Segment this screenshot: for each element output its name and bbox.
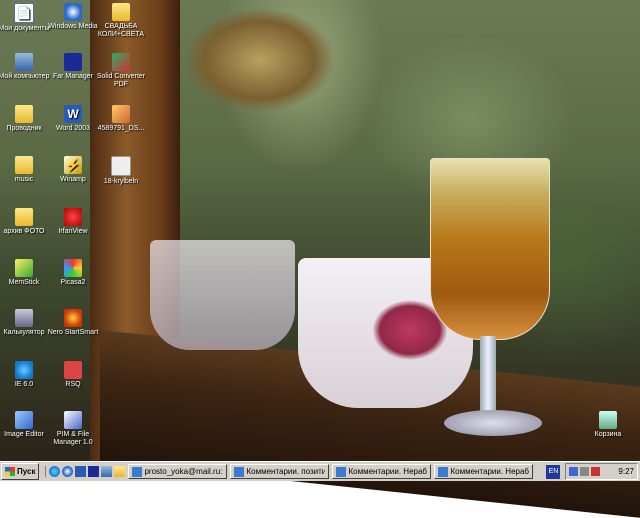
- desktop-icon-label: Nero StartSmart: [47, 329, 99, 336]
- desktop-icon-label: Калькулятор: [3, 329, 45, 336]
- wallpaper-glass-stem: [480, 336, 496, 416]
- my-documents-icon: 📄: [14, 3, 34, 23]
- desktop-icon-label: 4589791_DS...: [97, 125, 145, 132]
- desktop-icon-label: RSQ: [65, 381, 81, 388]
- desktop-icon-label: Solid Converter PDF: [96, 73, 146, 88]
- desktop-icon-label: Winamp: [60, 176, 86, 183]
- clock[interactable]: 9:27: [618, 467, 634, 476]
- desktop-icon-label: Picasa2: [60, 279, 86, 286]
- desktop-icon-label: СВАДЬБА КОЛИ+СВЕТА: [97, 23, 145, 38]
- taskbar-button-comments-1[interactable]: Комментарии. позитив...: [230, 464, 330, 479]
- desktop-icon-label: IrfanView: [58, 228, 88, 235]
- antivirus-icon[interactable]: [591, 467, 601, 476]
- taskbar-button-comments-3[interactable]: Комментарии. Нерабоч...: [434, 464, 534, 479]
- browser-icon: [438, 466, 449, 477]
- network-icon[interactable]: [569, 467, 579, 476]
- wallpaper-cup: [150, 240, 295, 350]
- internet-explorer-icon: [15, 361, 33, 379]
- desktop-icon-label: PIM & File Manager 1.0: [53, 431, 93, 446]
- language-indicator[interactable]: EN: [546, 464, 561, 479]
- folder-icon: [15, 156, 33, 174]
- desktop-icon-label: IE 6.0: [14, 381, 34, 388]
- browser-icon: [132, 466, 143, 477]
- word-icon: W: [64, 105, 82, 123]
- winamp-icon: ⚡: [64, 156, 82, 174]
- taskbar-button-mail[interactable]: prosto_yoka@mail.ru: В...: [128, 464, 228, 479]
- word-icon[interactable]: [75, 466, 87, 477]
- desktop-icon-label: 18-krylbeln: [103, 178, 139, 185]
- desktop-icon-picasa[interactable]: Picasa2: [43, 259, 103, 287]
- task-label: Комментарии. позитив...: [246, 467, 325, 476]
- wallpaper-glass: [430, 158, 550, 340]
- desktop-icon-nero[interactable]: Nero StartSmart: [43, 309, 103, 337]
- pdf-converter-icon: [112, 53, 130, 71]
- recycle-bin-icon: [599, 411, 617, 429]
- desktop-icon-irfanview[interactable]: IrfanView: [43, 208, 103, 236]
- image-editor-icon: [15, 411, 33, 429]
- volume-icon[interactable]: [580, 467, 590, 476]
- desktop-icon-label: Корзина: [594, 431, 622, 438]
- desktop-icon-label: Word 2003: [55, 125, 91, 132]
- nero-icon: [64, 309, 82, 327]
- browser-icon: [234, 466, 245, 477]
- desktop-icon-label: Проводник: [6, 125, 42, 132]
- taskbar: Пуск prosto_yoka@mail.ru: В... Комментар…: [0, 461, 640, 481]
- irfanview-icon: [64, 208, 82, 226]
- wallpaper-leaf: [150, 0, 360, 150]
- desktop-icon-label: MemStick: [8, 279, 40, 286]
- wallpaper-glass-foot: [444, 410, 542, 436]
- far-manager-icon: [64, 53, 82, 71]
- folder-icon[interactable]: [114, 466, 126, 477]
- memstick-icon: [15, 259, 33, 277]
- desktop-icon-label: Far Manager: [52, 73, 94, 80]
- calculator-icon: [15, 309, 33, 327]
- quick-launch: [45, 466, 126, 477]
- media-player-icon[interactable]: [62, 466, 74, 477]
- browser-icon: [336, 466, 347, 477]
- desktop-icon-label: Image Editor: [4, 431, 44, 438]
- folder-icon: [112, 3, 130, 21]
- pim-icon: [64, 411, 82, 429]
- folder-icon: [15, 208, 33, 226]
- my-computer-icon: [15, 53, 33, 71]
- desktop-icon-image-file[interactable]: 4589791_DS...: [91, 105, 151, 133]
- internet-explorer-icon[interactable]: [49, 466, 61, 477]
- taskbar-button-comments-2[interactable]: Комментарии. Нерабоч...: [332, 464, 432, 479]
- desktop-icon-label: music: [14, 176, 34, 183]
- windows-logo-icon: [5, 467, 15, 476]
- desktop-icon-label: архив ФОТО: [3, 228, 45, 235]
- task-label: prosto_yoka@mail.ru: В...: [144, 467, 223, 476]
- show-desktop-icon[interactable]: [101, 466, 113, 477]
- desktop-icon-krylbeln[interactable]: 18-krylbeln: [91, 156, 151, 186]
- image-file-icon: [112, 105, 130, 123]
- file-icon: [111, 156, 131, 176]
- system-tray: 9:27: [565, 463, 638, 480]
- windows-media-icon: [64, 3, 82, 21]
- task-label: Комментарии. Нерабоч...: [348, 467, 427, 476]
- picasa-icon: [64, 259, 82, 277]
- desktop-icon-rsq[interactable]: RSQ: [43, 361, 103, 389]
- task-label: Комментарии. Нерабоч...: [450, 467, 529, 476]
- desktop-icon-pim[interactable]: PIM & File Manager 1.0: [43, 411, 103, 447]
- rsq-icon: [64, 361, 82, 379]
- explorer-icon: [15, 105, 33, 123]
- desktop-icon-wedding-folder[interactable]: СВАДЬБА КОЛИ+СВЕТА: [91, 3, 151, 39]
- start-button[interactable]: Пуск: [1, 463, 40, 480]
- desktop-icon-recycle-bin[interactable]: Корзина: [578, 411, 638, 439]
- desktop-icon-solid-converter[interactable]: Solid Converter PDF: [91, 53, 151, 89]
- far-manager-icon[interactable]: [88, 466, 100, 477]
- start-label: Пуск: [17, 467, 36, 476]
